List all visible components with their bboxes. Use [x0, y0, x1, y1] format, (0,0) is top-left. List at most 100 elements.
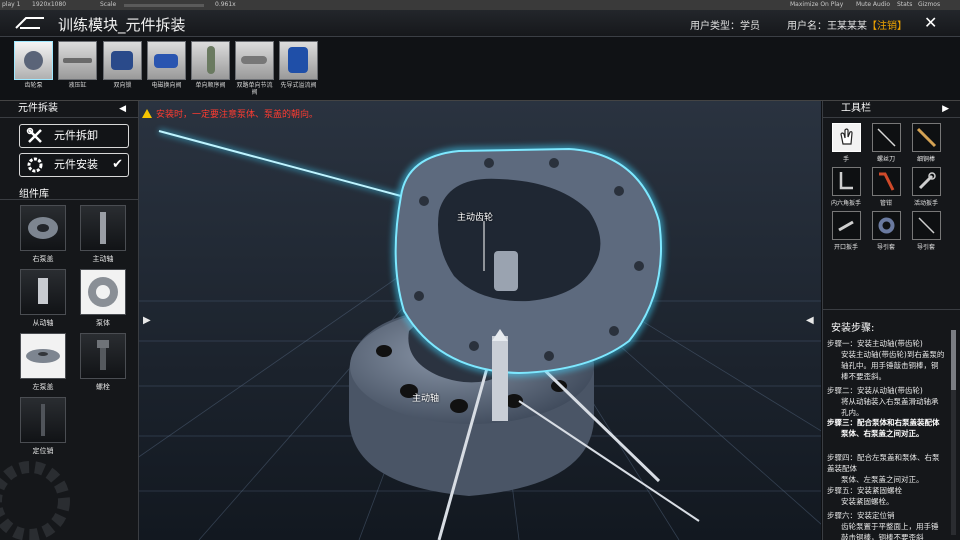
bolt-thumbnail: [80, 333, 126, 379]
user-name-label: 用户名：王某某某【注销】: [787, 21, 907, 32]
gear-icon: [27, 157, 43, 173]
tool-open-wrench[interactable]: 开口扳手: [831, 211, 861, 251]
expand-left-icon[interactable]: ▶: [143, 315, 151, 326]
drive-shaft-model[interactable]: [492, 329, 508, 421]
mute-audio-toggle[interactable]: Mute Audio: [856, 0, 890, 10]
gizmos-toggle[interactable]: Gizmos: [918, 0, 940, 10]
tool-label: 导引套: [916, 244, 935, 251]
gear-pump-thumbnail: [14, 41, 53, 80]
tool-screwdriver[interactable]: 螺丝刀: [871, 123, 901, 163]
screwdriver-icon: [871, 123, 901, 152]
tool-label: 管钳: [879, 200, 892, 207]
check-icon: ✔: [112, 157, 123, 172]
component-hydraulic-cylinder[interactable]: 液压缸: [58, 41, 97, 89]
copper-rod-icon: [911, 123, 941, 152]
step-4: 步骤四：配合左泵盖和泵体、右泵盖装配体 泵体、左泵盖之间对正。: [827, 453, 940, 484]
component-solenoid-valve[interactable]: 电磁换向阀: [147, 41, 186, 89]
assemble-button[interactable]: 元件安装 ✔: [19, 153, 129, 177]
display-label[interactable]: play 1: [2, 0, 20, 10]
steps-scrollbar[interactable]: [951, 330, 956, 535]
two-way-lock-thumbnail: [103, 41, 142, 80]
tool-pipe-wrench[interactable]: 管钳: [871, 167, 901, 207]
disassemble-label: 元件拆卸: [54, 129, 98, 142]
toolbar-header: 工具栏 ▶: [823, 101, 960, 118]
tool-copper-rod[interactable]: 细铜棒: [911, 123, 941, 163]
scale-value: 0.961x: [215, 1, 236, 8]
library-item-right-cover[interactable]: 右泵盖: [20, 205, 66, 264]
throttle-valve-thumbnail: [235, 41, 274, 80]
component-gear-pump[interactable]: 齿轮泵: [14, 41, 53, 89]
hex-key-icon: [831, 167, 861, 196]
step-6: 步骤六：安装定位销 齿轮泵置于平整面上，用手锤敲击铜棒，铜棒不要歪斜: [827, 511, 939, 540]
tool-guide-rod[interactable]: 导引套: [911, 211, 941, 251]
tool-adjustable-wrench[interactable]: 活动扳手: [911, 167, 941, 207]
right-panel: 工具栏 ▶ 手 螺丝刀 细铜棒 内六角扳手 管钳 活动扳手 开口扳手 导引套 导…: [822, 101, 960, 540]
3d-viewport[interactable]: 主动齿轮 主动轴: [139, 101, 821, 540]
library-item-driven-shaft[interactable]: 从动轴: [20, 269, 66, 328]
step-2: 步骤二：安装从动轴(带齿轮) 将从动轴装入右泵盖滑动轴承孔内。: [827, 386, 939, 417]
pipe-wrench-icon: [871, 167, 901, 196]
scale-slider[interactable]: [124, 4, 204, 7]
guide-sleeve-icon: [871, 211, 901, 240]
tool-guide-sleeve[interactable]: 导引套: [871, 211, 901, 251]
panel-title: 元件拆装: [18, 103, 58, 114]
warning-icon: [142, 109, 152, 118]
collapse-right-icon[interactable]: ▶: [942, 101, 949, 117]
close-button[interactable]: ✕: [924, 13, 937, 32]
library-item-left-cover[interactable]: 左泵盖: [20, 333, 66, 392]
component-label: 齿轮泵: [24, 82, 43, 89]
unity-editor-bar: play 1 1920x1080 Scale 0.961x Maximize O…: [0, 0, 960, 10]
scrollbar-thumb[interactable]: [951, 330, 956, 390]
warning-banner: 安装时，一定要注意泵体、泵盖的朝向。: [142, 107, 318, 120]
component-sequence-valve[interactable]: 单向顺序阀: [191, 41, 230, 89]
component-two-way-lock[interactable]: 双向锁: [103, 41, 142, 89]
library-label: 螺栓: [96, 383, 110, 391]
component-label: 双向锁: [113, 82, 132, 89]
solenoid-valve-thumbnail: [147, 41, 186, 80]
drive-gear-label: 主动齿轮: [457, 213, 494, 223]
divider: [0, 199, 138, 200]
component-throttle-valve[interactable]: 双路单向节流阀: [235, 41, 274, 96]
tool-label: 开口扳手: [833, 244, 858, 251]
sequence-valve-thumbnail: [191, 41, 230, 80]
viewport-scene[interactable]: [139, 101, 821, 540]
tool-hex-key[interactable]: 内六角扳手: [831, 167, 861, 207]
left-panel: 元件拆装 ◀ 元件拆卸 元件安装 ✔ 组件库 右泵盖 主动轴 从动轴 泵体 左泵…: [0, 101, 139, 540]
pump-body-thumbnail: [80, 269, 126, 315]
open-wrench-icon: [831, 211, 861, 240]
component-relief-valve[interactable]: 先导式溢流阀: [279, 41, 318, 89]
tool-label: 螺丝刀: [876, 156, 895, 163]
tool-label: 细铜棒: [916, 156, 935, 163]
step-5: 步骤五：安装紧固螺栓 安装紧固螺栓。: [827, 486, 902, 506]
tool-hand[interactable]: 手: [831, 123, 861, 163]
assembly-steps-panel: 安装步骤: 步骤一：安装主动轴(带齿轮) 安装主动轴(带齿轮)到右盖泵的轴孔中。用…: [823, 309, 960, 540]
disassemble-button[interactable]: 元件拆卸: [19, 124, 129, 148]
left-cover-thumbnail: [20, 333, 66, 379]
adjustable-wrench-icon: [911, 167, 941, 196]
component-label: 双路单向节流阀: [236, 82, 273, 96]
hydraulic-cylinder-thumbnail: [58, 41, 97, 80]
maximize-on-play-toggle[interactable]: Maximize On Play: [790, 0, 843, 10]
driven-shaft-thumbnail: [20, 269, 66, 315]
component-label: 先导式溢流阀: [280, 82, 317, 89]
tool-label: 导引套: [876, 244, 895, 251]
resolution-label[interactable]: 1920x1080: [32, 0, 66, 10]
library-item-bolt[interactable]: 螺栓: [80, 333, 126, 392]
component-label: 单向顺序阀: [195, 82, 226, 89]
drive-shaft-thumbnail: [80, 205, 126, 251]
library-item-drive-shaft[interactable]: 主动轴: [80, 205, 126, 264]
page-title: 训练模块_元件拆装: [58, 16, 186, 34]
expand-right-icon[interactable]: ◀: [806, 315, 814, 326]
library-label: 从动轴: [32, 319, 54, 327]
library-label: 主动轴: [92, 255, 114, 263]
component-selector: 齿轮泵 液压缸 双向锁 电磁换向阀 单向顺序阀 双路单向节流阀 先导式溢流阀: [0, 37, 960, 101]
tool-label: 手: [842, 156, 849, 163]
stats-toggle[interactable]: Stats: [897, 0, 912, 10]
logout-link[interactable]: 【注销】: [867, 21, 907, 32]
tool-label: 内六角扳手: [830, 200, 861, 207]
decorative-gear-icon: [0, 461, 70, 540]
library-item-pump-body[interactable]: 泵体: [80, 269, 126, 328]
collapse-left-icon[interactable]: ◀: [119, 101, 126, 117]
steps-title: 安装步骤:: [831, 323, 875, 334]
right-cover-model[interactable]: [391, 144, 665, 378]
